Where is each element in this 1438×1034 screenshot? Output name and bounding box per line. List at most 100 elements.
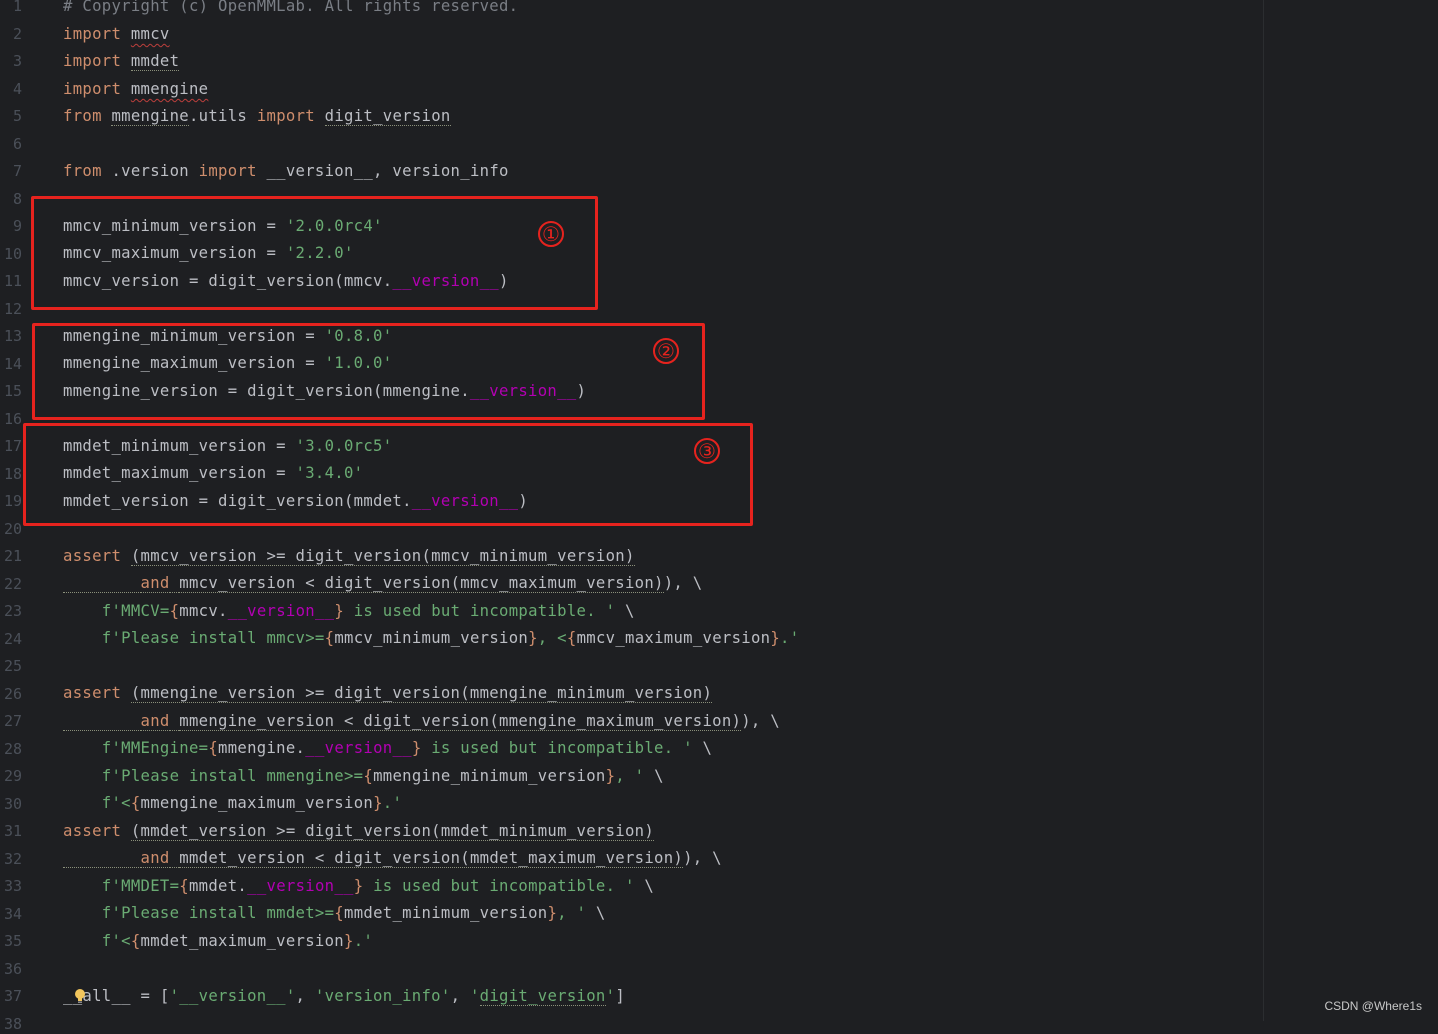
code-line-35[interactable]: f'<{mmdet_maximum_version}.' (63, 931, 373, 951)
keyword: and (140, 849, 170, 868)
code-text: \ (634, 877, 655, 895)
annotation-box-mmcv (31, 196, 598, 310)
string: ' (469, 987, 480, 1005)
fstring: f'MMEngine= (101, 739, 209, 757)
right-margin-guide (1263, 0, 1264, 1021)
code-text: mmengine_minimum_version (373, 767, 606, 785)
keyword: import (63, 52, 122, 70)
code-text: , (295, 987, 315, 1005)
line-number: 23 (3, 602, 22, 620)
code-text: mmcv_version < digit_version(mmcv_maximu… (179, 574, 664, 593)
annotation-number-2: ② (653, 338, 679, 364)
code-line-4[interactable]: import mmengine (63, 79, 208, 99)
line-number: 6 (12, 134, 22, 153)
fstring: f'< (101, 932, 131, 950)
code-line-33[interactable]: f'MMDET={mmdet.__version__} is used but … (63, 876, 654, 896)
line-number: 24 (3, 629, 22, 648)
code-text: \ (692, 739, 713, 757)
fstring: f'Please install mmengine>= (101, 767, 364, 785)
watermark: CSDN @Where1s (1324, 999, 1422, 1013)
brace: { (130, 932, 141, 950)
line-number: 38 (3, 1014, 22, 1033)
string: 'version_info' (314, 987, 451, 1005)
code-text (169, 712, 180, 731)
keyword: from (63, 107, 102, 125)
code-line-21[interactable]: assert (mmcv_version >= digit_version(mm… (63, 546, 635, 566)
function-name: digit_version (324, 107, 451, 126)
line-number: 7 (12, 162, 22, 180)
line-number: 5 (12, 107, 22, 125)
keyword: and (140, 712, 170, 731)
fstring: is used but incompatible. ' (344, 602, 616, 620)
dunder-attr: __version__ (305, 739, 412, 757)
code-line-30[interactable]: f'<{mmengine_maximum_version}.' (63, 793, 402, 813)
line-number: 36 (3, 959, 22, 978)
keyword: assert (63, 684, 122, 702)
code-text: ), \ (683, 849, 722, 867)
brace: } (411, 739, 422, 757)
fstring: , < (537, 629, 567, 647)
fstring: .' (353, 932, 374, 950)
brace: { (179, 877, 189, 895)
line-number: 34 (3, 904, 22, 923)
code-line-31[interactable]: assert (mmdet_version >= digit_version(m… (63, 821, 655, 841)
string: digit_version (479, 987, 606, 1006)
brace: { (169, 602, 180, 620)
code-text: (mmcv_version >= digit_version(mmcv_mini… (130, 547, 635, 566)
line-number: 9 (12, 217, 22, 235)
code-editor[interactable]: 1 2 3 4 5 6 7 8 9 10 11 12 13 14 15 16 17 18 19 20 21 22 23 24 2… (0, 0, 1438, 1033)
brace: } (334, 602, 345, 620)
code-line-1[interactable]: # Copyright (c) OpenMMLab. All rights re… (63, 0, 518, 16)
code-line-5[interactable]: from mmengine.utils import digit_version (63, 106, 451, 126)
line-number: 35 (3, 932, 22, 950)
code-text: (mmengine_version >= digit_version(mmeng… (130, 684, 713, 703)
keyword: import (256, 107, 315, 125)
lightbulb-icon[interactable] (74, 989, 86, 1003)
code-line-28[interactable]: f'MMEngine={mmengine.__version__} is use… (63, 738, 712, 758)
brace: } (344, 932, 354, 950)
brace: } (373, 794, 383, 812)
code-text: mmdet_maximum_version (140, 932, 344, 950)
code-line-7[interactable]: from .version import __version__, versio… (63, 161, 509, 181)
code-text: , (450, 987, 470, 1005)
code-line-29[interactable]: f'Please install mmengine>={mmengine_min… (63, 766, 664, 786)
brace: } (547, 904, 558, 922)
annotation-box-mmengine (32, 323, 705, 420)
code-line-22[interactable]: and mmcv_version < digit_version(mmcv_ma… (63, 573, 702, 593)
code-text (169, 849, 180, 868)
code-text: mmcv_maximum_version (576, 629, 771, 647)
code-line-34[interactable]: f'Please install mmdet>={mmdet_minimum_v… (63, 903, 606, 923)
brace: } (770, 629, 781, 647)
code-line-37[interactable]: __all__ = ['__version__', 'version_info'… (63, 986, 625, 1006)
fstring: .' (780, 629, 800, 647)
code-line-23[interactable]: f'MMCV={mmcv.__version__} is used but in… (63, 601, 635, 621)
fstring: , ' (557, 904, 587, 922)
brace: } (528, 629, 538, 647)
line-number: 31 (3, 822, 22, 840)
code-text: ] (615, 987, 626, 1005)
line-number: 15 (3, 382, 22, 400)
code-text: .version (101, 162, 199, 180)
code-line-2[interactable]: import mmcv (63, 24, 170, 44)
code-text: ), \ (741, 712, 780, 730)
code-text: \ (586, 904, 606, 922)
code-line-27[interactable]: and mmengine_version < digit_version(mme… (63, 711, 780, 731)
code-line-3[interactable]: import mmdet (63, 51, 180, 71)
code-text: ), \ (663, 574, 703, 592)
line-number: 10 (3, 244, 22, 263)
code-line-32[interactable]: and mmdet_version < digit_version(mmdet_… (63, 848, 722, 868)
annotation-number-3: ③ (694, 438, 720, 464)
annotation-box-mmdet (23, 423, 753, 526)
fstring: f'Please install mmdet>= (101, 904, 335, 922)
line-number: 14 (3, 354, 22, 373)
dunder-attr: __version__ (227, 602, 335, 620)
line-number: 8 (12, 189, 22, 208)
code-line-26[interactable]: assert (mmengine_version >= digit_versio… (63, 683, 713, 703)
line-number: 18 (3, 464, 22, 483)
code-line-24[interactable]: f'Please install mmcv>={mmcv_minimum_ver… (63, 628, 799, 648)
brace: } (353, 877, 364, 895)
comment: # Copyright (c) OpenMMLab. All rights re… (63, 0, 519, 15)
fstring: f'MMCV= (101, 602, 170, 620)
